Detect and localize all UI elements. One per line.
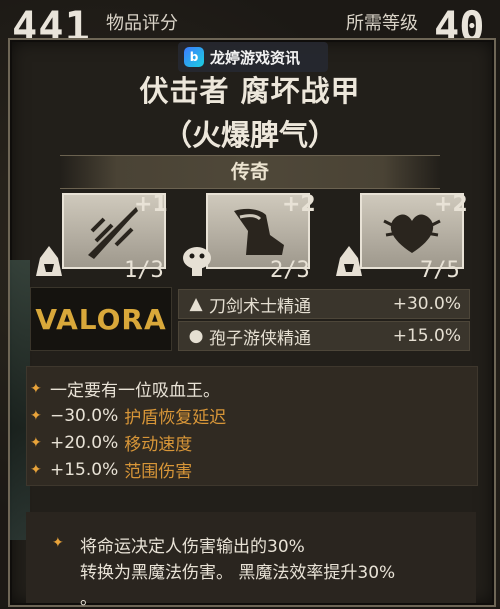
watermark-logo-icon: b [184,47,204,67]
stat-value: +20.0% [50,432,119,453]
stat-value: −30.0% [50,405,119,426]
talent-2-bonus: +2 [282,192,316,217]
bullet-icon: ✦ [30,434,42,451]
mastery-value: +30.0% [392,294,461,314]
description-line-2: 转换为黑魔法伤害。 黑魔法效率提升30% [80,563,396,583]
stat-line-4: ✦ +15.0% 范围伤害 [30,457,193,483]
required-level-label: 所需等级 [346,13,418,34]
watermark-text: 龙婷游戏资讯 [210,48,301,67]
talent-1-bonus: +1 [134,192,168,217]
stat-line-3: ✦ +20.0% 移动速度 [30,430,193,456]
description-line-3: 。 [80,589,97,609]
stat-text: 移动速度 [124,435,193,455]
talent-3-progress: 7/5 [420,258,460,283]
hooded-rogue-icon [336,246,362,276]
stat-line-2: ✦ −30.0% 护盾恢复延迟 [30,403,227,429]
mastery-name: 刀剑术士精通 [209,296,311,317]
item-name: 伏击者 腐坏战甲 [139,74,361,108]
stat-text: 范围伤害 [124,462,193,482]
mastery-value: +15.0% [392,326,461,346]
mastery-row-2: ● 孢子游侠精通 +15.0% [178,321,470,351]
hooded-rogue-icon: ▲ [189,294,203,314]
boot-icon [234,208,284,255]
talent-3-bonus: +2 [434,192,468,217]
talent-1-progress: 1/3 [124,258,164,283]
mastery-row-1: ▲ 刀剑术士精通 +30.0% [178,289,470,319]
hooded-rogue-icon [36,246,62,276]
stat-text: 护盾恢复延迟 [124,408,227,428]
watermark: b 龙婷游戏资讯 [178,42,328,72]
mushroom-icon [183,247,211,276]
bullet-icon: ✦ [30,407,42,424]
stat-value: +15.0% [50,459,119,480]
mastery-name: 孢子游侠精通 [209,328,311,349]
stat-text: 一定要有一位吸血王。 [50,381,220,401]
item-subtitle: （火爆脾气） [162,118,337,152]
item-score-label: 物品评分 [106,13,178,34]
mushroom-icon: ● [188,326,204,346]
bullet-icon: ✦ [52,535,64,551]
bullet-icon: ✦ [30,461,42,478]
talent-2-progress: 2/3 [270,258,310,283]
stat-line-1: ✦ 一定要有一位吸血王。 [30,376,220,402]
description-line-1: 将命运决定人伤害输出的30% [80,537,305,557]
brand-box: VALORA [30,287,172,351]
brand-logo: VALORA [35,302,167,336]
bullet-icon: ✦ [30,380,42,397]
rarity-label: 传奇 [60,155,440,189]
